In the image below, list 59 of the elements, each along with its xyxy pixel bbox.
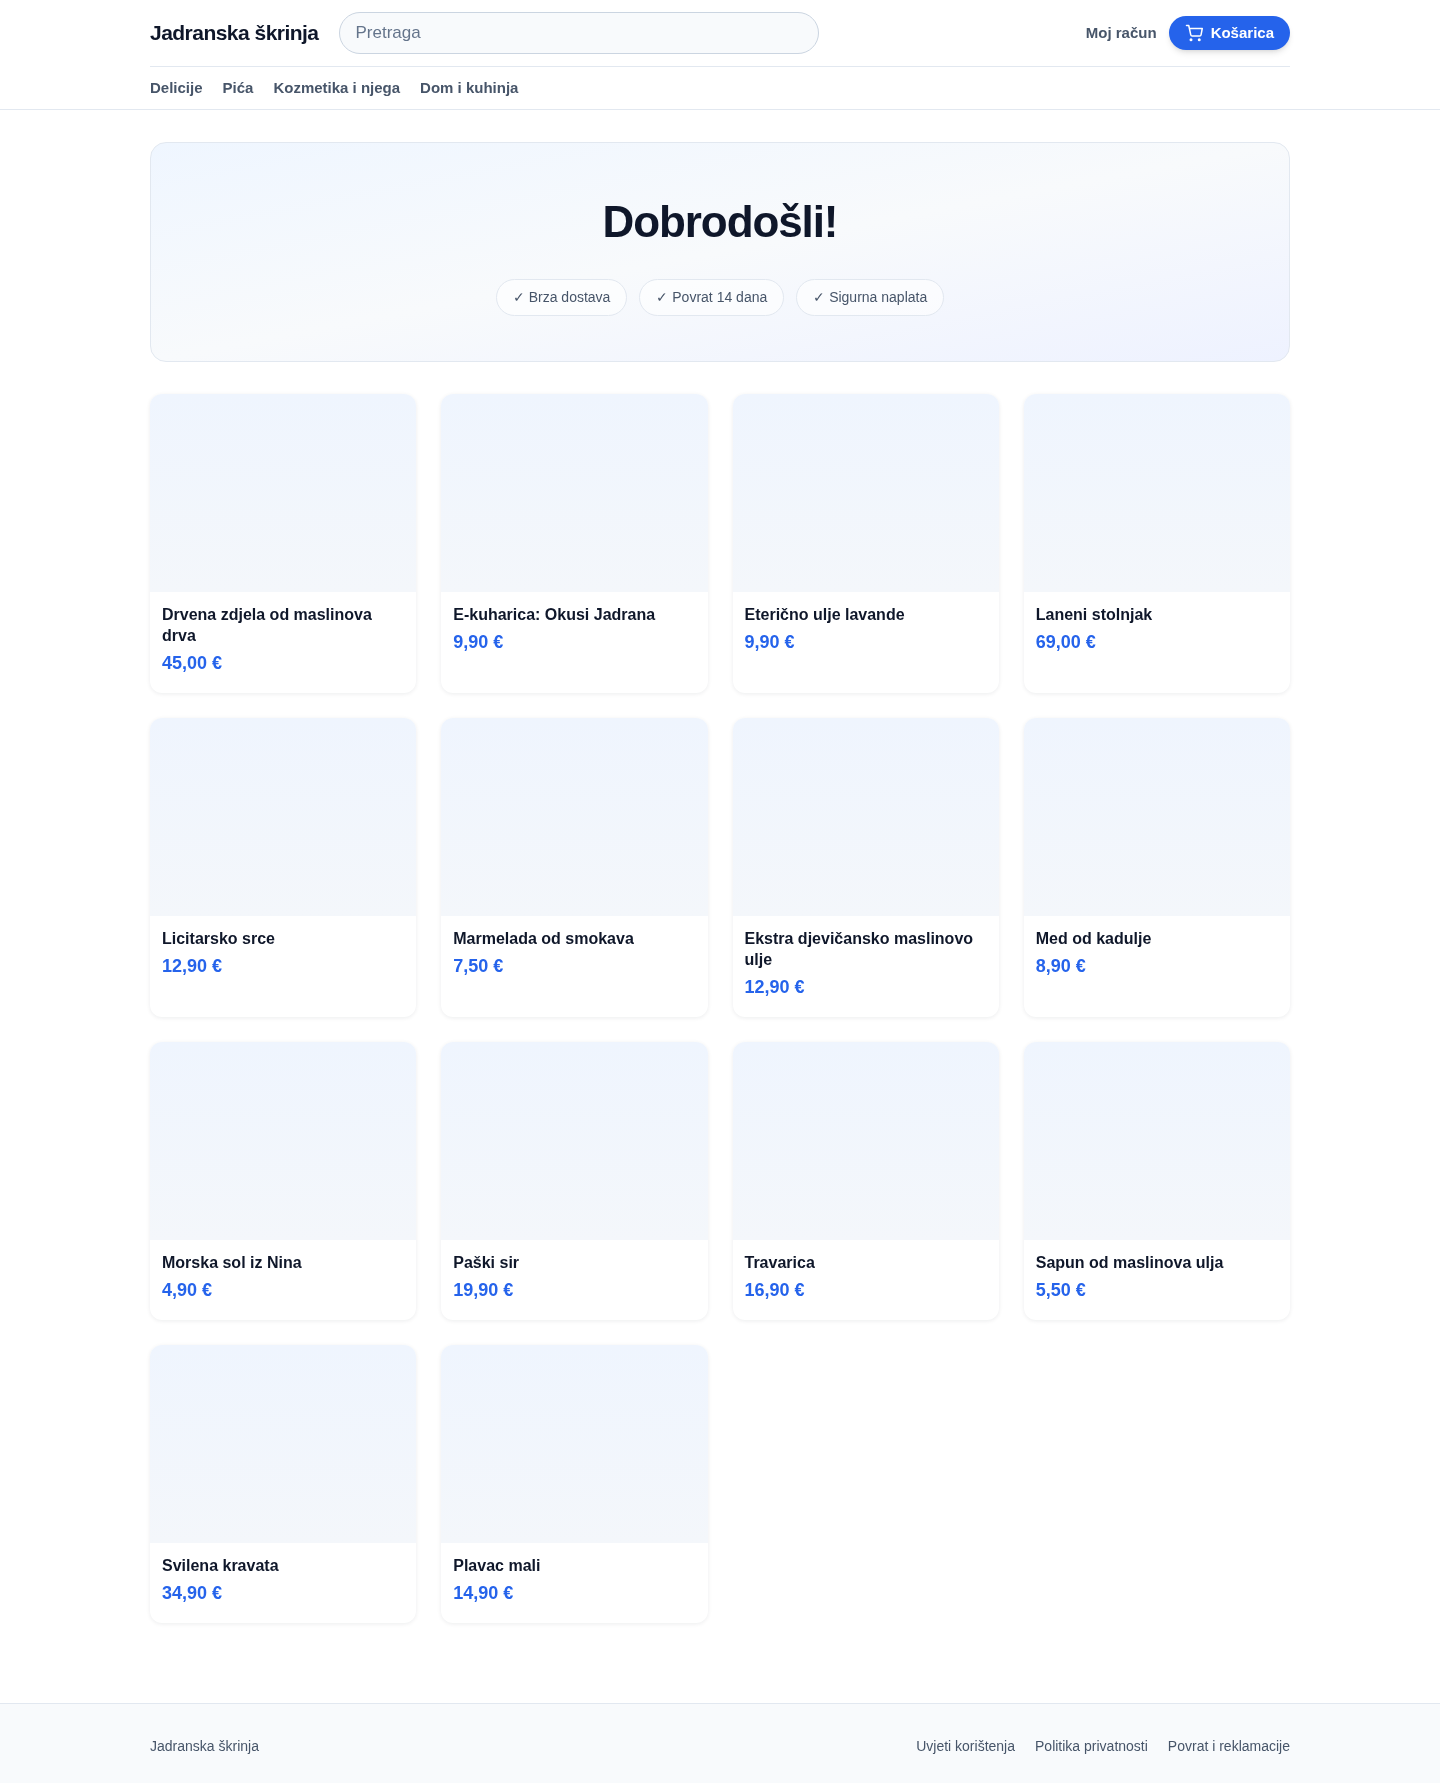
product-price: 12,90 €: [744, 976, 806, 999]
feature-badge: ✓ Povrat 14 dana: [639, 278, 785, 316]
product-price: 5,50 €: [1035, 1279, 1087, 1302]
product-price: 4,90 €: [162, 1279, 214, 1302]
product-card[interactable]: Svilena kravata 34,90 €: [150, 1345, 417, 1623]
feature-badge: ✓ Brza dostava: [495, 278, 628, 316]
product-card[interactable]: Paški sir 19,90 €: [441, 1042, 708, 1320]
product-card[interactable]: Eterično ulje lavande 9,90 €: [732, 394, 999, 693]
product-name: Laneni stolnjak: [1035, 605, 1154, 625]
brand-name[interactable]: Jadranska škrinja: [150, 17, 319, 49]
product-name: Travarica: [744, 1253, 816, 1273]
search-field[interactable]: Pretraga: [338, 12, 819, 54]
product-card[interactable]: Drvena zdjela od maslinova drva 45,00 €: [150, 394, 417, 693]
product-price: 9,90 €: [453, 631, 505, 654]
product-card[interactable]: E-kuharica: Okusi Jadrana 9,90 €: [441, 394, 708, 693]
product-name: Plavac mali: [453, 1556, 542, 1576]
nav-link[interactable]: Dom i kuhinja: [420, 76, 519, 100]
product-card[interactable]: Morska sol iz Nina 4,90 €: [150, 1042, 417, 1320]
product-price: 9,90 €: [744, 631, 796, 654]
product-card[interactable]: Travarica 16,90 €: [732, 1042, 999, 1320]
product-name: Licitarsko srce: [162, 929, 276, 949]
product-price: 16,90 €: [744, 1279, 806, 1302]
hero-title: Dobrodošli!: [602, 195, 838, 248]
product-name: Eterično ulje lavande: [744, 605, 906, 625]
product-price: 7,50 €: [453, 955, 505, 978]
product-name: E-kuharica: Okusi Jadrana: [453, 605, 657, 625]
footer-link[interactable]: Uvjeti korištenja: [916, 1736, 1015, 1757]
product-price: 14,90 €: [453, 1582, 515, 1605]
product-name: Drvena zdjela od maslinova drva: [162, 605, 373, 646]
nav-link[interactable]: Kozmetika i njega: [273, 76, 401, 100]
account-link[interactable]: Moj račun: [1085, 21, 1157, 45]
product-price: 69,00 €: [1035, 631, 1097, 654]
cart-button[interactable]: Košarica: [1168, 16, 1290, 50]
product-price: 12,90 €: [162, 955, 224, 978]
product-name: Paški sir: [453, 1253, 521, 1273]
product-price: 34,90 €: [162, 1582, 224, 1605]
nav-link[interactable]: Delicije: [150, 76, 203, 100]
product-price: 19,90 €: [453, 1279, 515, 1302]
footer-link[interactable]: Politika privatnosti: [1035, 1736, 1148, 1757]
product-card[interactable]: Marmelada od smokava 7,50 €: [441, 718, 708, 1017]
product-card[interactable]: Med od kadulje 8,90 €: [1023, 718, 1290, 1017]
cart-icon: [1184, 24, 1203, 42]
product-price: 45,00 €: [162, 652, 224, 675]
footer-link[interactable]: Povrat i reklamacije: [1167, 1736, 1290, 1757]
feature-badge: ✓ Sigurna naplata: [796, 278, 945, 316]
product-card[interactable]: Ekstra djevičansko maslinovo ulje 12,90 €: [732, 718, 999, 1017]
product-card[interactable]: Laneni stolnjak 69,00 €: [1023, 394, 1290, 693]
product-name: Med od kadulje: [1035, 929, 1153, 949]
product-name: Morska sol iz Nina: [162, 1253, 303, 1273]
product-name: Ekstra djevičansko maslinovo ulje: [744, 929, 975, 970]
product-card[interactable]: Licitarsko srce 12,90 €: [150, 718, 417, 1017]
product-card[interactable]: Plavac mali 14,90 €: [441, 1345, 708, 1623]
product-name: Marmelada od smokava: [453, 929, 635, 949]
footer-brand: Jadranska škrinja: [150, 1737, 259, 1756]
product-card[interactable]: Sapun od maslinova ulja 5,50 €: [1023, 1042, 1290, 1320]
product-price: 8,90 €: [1035, 955, 1087, 978]
product-name: Sapun od maslinova ulja: [1035, 1253, 1225, 1273]
product-name: Svilena kravata: [162, 1556, 280, 1576]
nav-link[interactable]: Pića: [222, 76, 254, 100]
